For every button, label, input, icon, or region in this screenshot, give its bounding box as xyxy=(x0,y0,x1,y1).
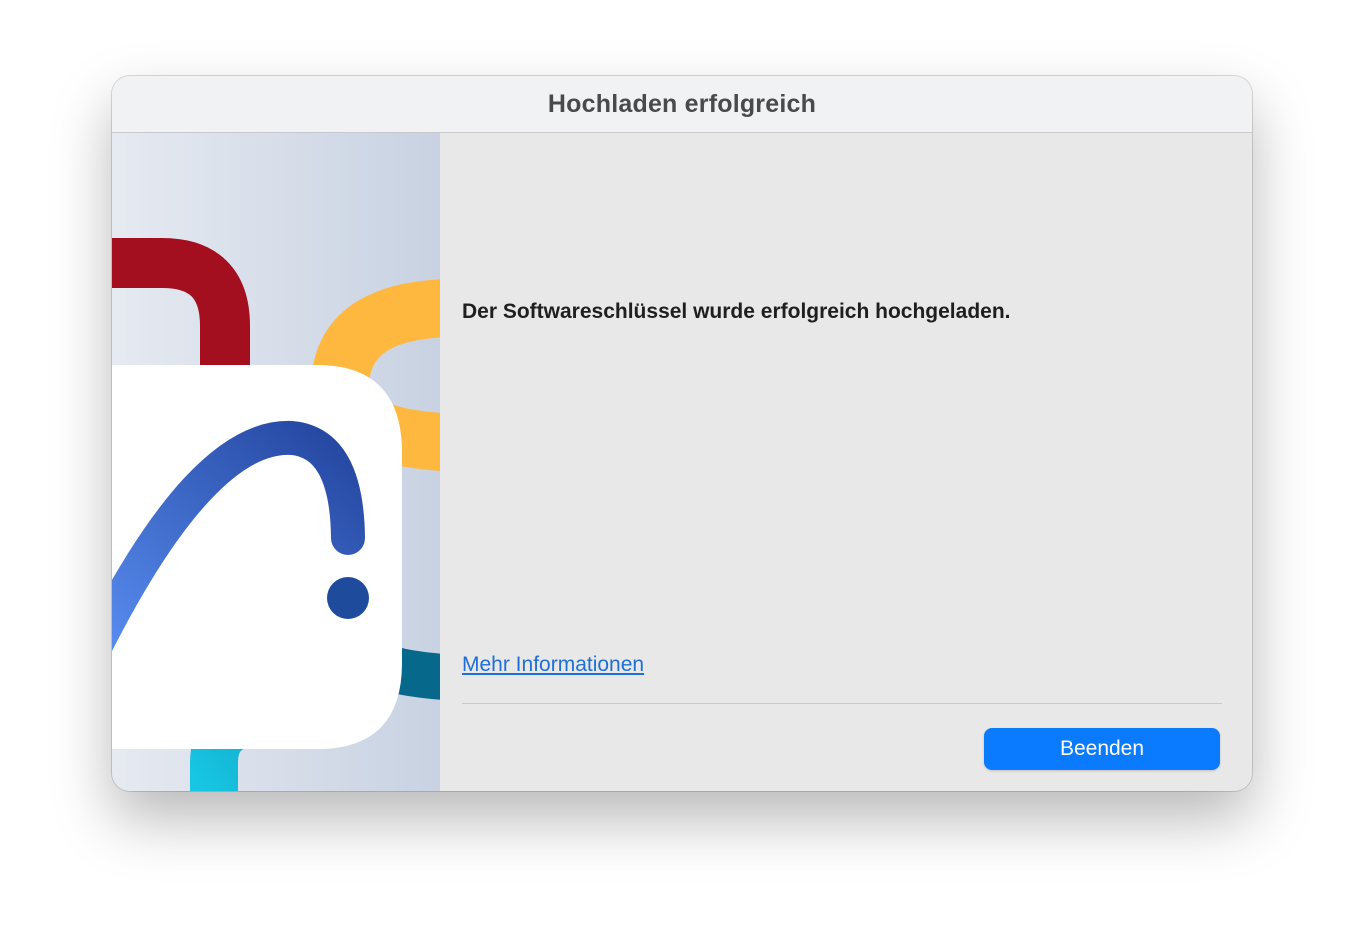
key-lock-illustration-icon xyxy=(112,133,440,791)
title-bar: Hochladen erfolgreich xyxy=(112,76,1252,133)
illustration-panel xyxy=(112,133,440,791)
window-title: Hochladen erfolgreich xyxy=(547,89,817,118)
more-information-link[interactable]: Mehr Informationen xyxy=(462,653,644,677)
quit-button[interactable]: Beenden xyxy=(984,728,1220,770)
content-area: Der Softwareschlüssel wurde erfolgreich … xyxy=(440,133,1252,791)
divider xyxy=(462,703,1222,704)
dialog-window: Hochladen erfolgreich Der Softwareschlüs… xyxy=(112,76,1252,791)
success-message: Der Softwareschlüssel wurde erfolgreich … xyxy=(462,300,1011,323)
